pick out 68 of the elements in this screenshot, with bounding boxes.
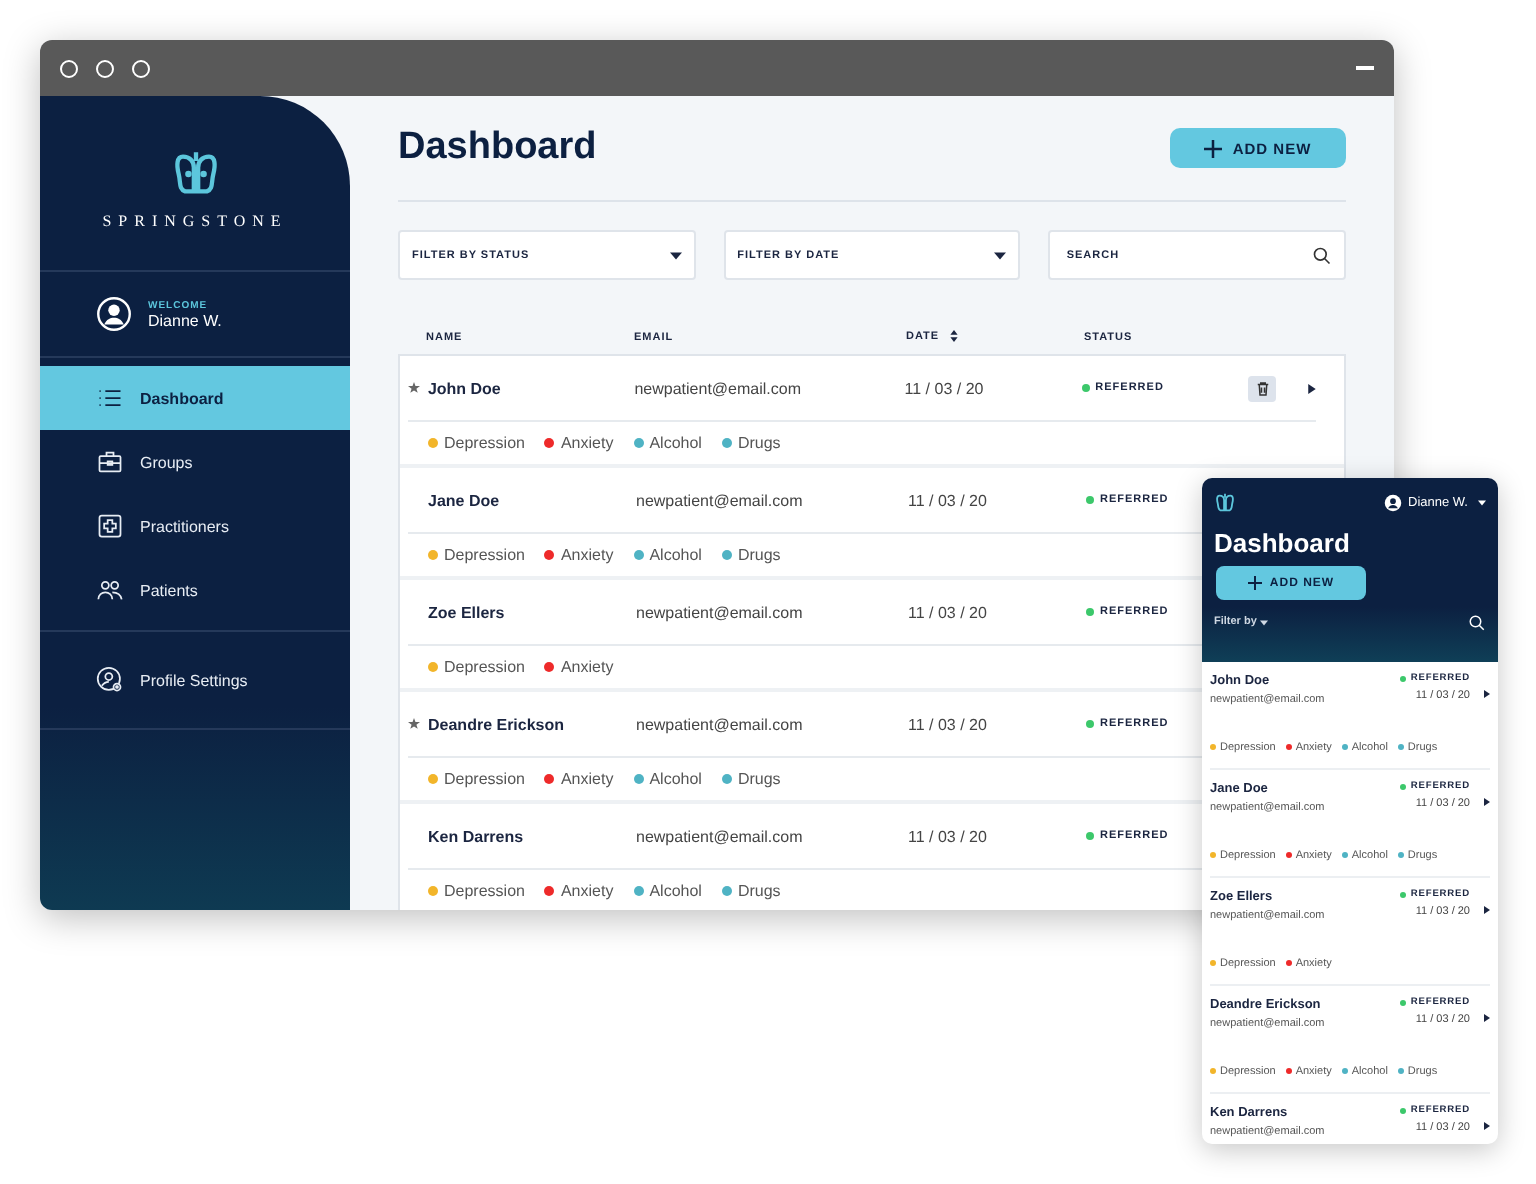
patient-date: 11 / 03 / 20	[908, 603, 989, 621]
tag: Anxiety	[544, 546, 614, 564]
expand-arrow-icon[interactable]	[1484, 798, 1490, 806]
caret-icon	[994, 251, 1007, 259]
nav-item[interactable]: Dashboard	[40, 366, 350, 430]
logo-icon	[169, 148, 221, 200]
tag: Alcohol	[633, 770, 702, 788]
search-icon	[1312, 245, 1333, 265]
page-title: Dashboard	[1214, 528, 1352, 558]
list-icon	[96, 384, 124, 412]
expand-arrow-icon[interactable]	[1484, 690, 1490, 698]
tag: Depression	[428, 546, 525, 564]
expand-arrow-icon[interactable]	[1484, 906, 1490, 914]
tag: Drugs	[721, 882, 781, 900]
profile-settings-icon	[96, 666, 124, 694]
expand-arrow-icon[interactable]	[1484, 1014, 1490, 1022]
tag: Depression	[428, 434, 525, 452]
tag: Alcohol	[633, 882, 702, 900]
patient-email: newpatient@email.com	[636, 603, 805, 621]
user-name: Dianne W.	[148, 311, 222, 329]
avatar-icon	[1384, 493, 1402, 511]
caret-icon[interactable]	[1478, 499, 1486, 505]
logo-icon	[1214, 491, 1236, 513]
patient-date: 11 / 03 / 20	[908, 491, 989, 509]
tag: Anxiety	[544, 658, 614, 676]
tag: Anxiety	[544, 770, 614, 788]
nav-item[interactable]: Practitioners	[40, 494, 350, 558]
tag: Alcohol	[633, 546, 702, 564]
medical-cross-icon	[96, 512, 124, 540]
tag: Drugs	[721, 770, 781, 788]
nav-item[interactable]: Patients	[40, 558, 350, 622]
patient-date: 11 / 03 / 20	[908, 827, 989, 845]
patient-name: Deandre Erickson	[428, 715, 567, 733]
nav-item[interactable]: Profile Settings	[40, 640, 350, 720]
expand-arrow-icon[interactable]	[1484, 1122, 1490, 1130]
patient-date: 11 / 03 / 20	[908, 715, 989, 733]
patient-name: Zoe Ellers	[428, 603, 507, 621]
delete-button[interactable]	[1248, 375, 1277, 401]
patient-name: John Doe	[427, 379, 503, 397]
patient-email: newpatient@email.com	[636, 715, 805, 733]
tag: Anxiety	[544, 434, 614, 452]
avatar-icon	[96, 296, 132, 332]
tag: Depression	[428, 770, 525, 788]
patient-name: Jane Doe	[428, 491, 502, 509]
tag: Drugs	[721, 434, 781, 452]
patient-name: Ken Darrens	[428, 827, 526, 845]
patient-date: 11 / 03 / 20	[904, 379, 986, 397]
people-icon	[96, 576, 124, 604]
trash-icon	[1253, 379, 1272, 397]
briefcase-icon	[96, 448, 124, 476]
tag: Alcohol	[633, 434, 702, 452]
expand-arrow-icon[interactable]	[1308, 383, 1316, 393]
patient-email: newpatient@email.com	[636, 827, 805, 845]
tag: Depression	[428, 882, 525, 900]
plus-icon	[1247, 576, 1262, 590]
nav-item[interactable]: Groups	[40, 430, 350, 494]
sort-icon[interactable]	[949, 330, 958, 343]
tag: Anxiety	[544, 882, 614, 900]
caret-icon	[669, 251, 682, 259]
plus-icon	[1204, 139, 1223, 157]
patient-email: newpatient@email.com	[634, 379, 803, 397]
search-icon[interactable]	[1468, 613, 1486, 631]
tag: Drugs	[721, 546, 781, 564]
brand-name: SPRINGSTONE	[102, 212, 288, 230]
caret-icon	[1260, 619, 1269, 625]
page-title: Dashboard	[398, 126, 597, 170]
patient-email: newpatient@email.com	[636, 491, 805, 509]
tag: Depression	[428, 658, 525, 676]
